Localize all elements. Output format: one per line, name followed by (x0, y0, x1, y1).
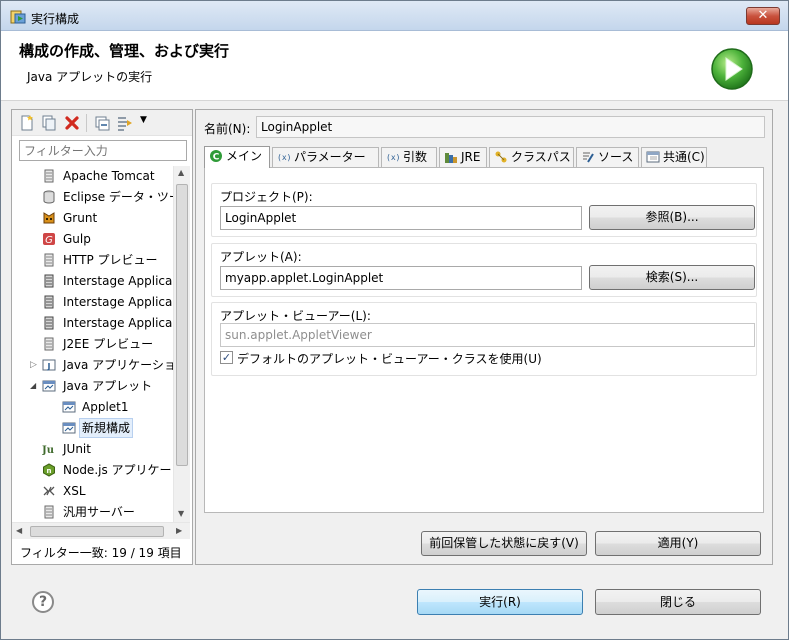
tab-parameters[interactable]: (x)=パラメーター (272, 147, 379, 168)
applet-icon (42, 380, 56, 392)
applet-viewer-label: アプレット・ビューアー(L): (220, 309, 371, 323)
config-tabs: Cメイン (x)=パラメーター (x)=引数 JRE クラスパス ソース 共通(… (204, 146, 764, 168)
svg-text:(x)=: (x)= (277, 153, 291, 162)
tab-jre[interactable]: JRE (439, 147, 487, 168)
eclipse-app-icon (10, 10, 26, 24)
name-label: 名前(N): (204, 122, 251, 136)
scroll-thumb[interactable] (176, 184, 188, 466)
chevron-down-icon[interactable]: ▼ (140, 115, 147, 125)
tree-horizontal-scrollbar[interactable]: ◀ ▶ (12, 522, 190, 539)
applet-group: アプレット(A): 検索(S)... (211, 243, 757, 297)
svg-text:G: G (45, 235, 53, 246)
tab-arguments[interactable]: (x)=引数 (381, 147, 437, 168)
junit-icon: Ju (42, 445, 54, 456)
toolbar-separator (86, 114, 87, 132)
project-label: プロジェクト(P): (220, 190, 313, 204)
applet-config-icon (62, 422, 76, 434)
tree-vertical-scrollbar[interactable]: ▲ ▼ (173, 166, 190, 526)
gulp-icon: G (43, 233, 55, 246)
java-app-icon: J (42, 359, 56, 371)
new-config-icon[interactable] (18, 114, 36, 132)
expand-icon[interactable]: ▷ (30, 355, 37, 375)
filter-icon[interactable] (116, 114, 134, 132)
tab-main[interactable]: C メイン (204, 146, 270, 168)
tree-toolbar: ▼ (12, 110, 192, 136)
delete-icon[interactable] (63, 114, 81, 132)
revert-button[interactable]: 前回保管した状態に戻す(V) (421, 531, 587, 556)
duplicate-icon[interactable] (40, 114, 58, 132)
scroll-right-icon[interactable]: ▶ (176, 526, 182, 535)
applet-label: アプレット(A): (220, 250, 302, 264)
search-applet-button[interactable]: 検索(S)... (589, 265, 755, 290)
collapse-all-icon[interactable] (93, 114, 111, 132)
close-button[interactable]: 閉じる (595, 589, 761, 615)
header-title: 構成の作成、管理、および実行 (19, 42, 230, 60)
server-icon (44, 253, 54, 267)
server-icon (44, 505, 54, 519)
svg-text:C: C (213, 153, 220, 163)
tab-source[interactable]: ソース (576, 147, 639, 168)
applet-class-field[interactable] (220, 266, 582, 290)
arguments-tab-icon: (x)= (386, 153, 400, 162)
main-tab-icon: C (210, 150, 222, 163)
server-icon (44, 169, 54, 183)
collapse-icon[interactable]: ◢ (30, 376, 36, 396)
scroll-down-icon[interactable]: ▼ (178, 509, 184, 518)
tab-classpath[interactable]: クラスパス (489, 147, 574, 168)
jre-tab-icon (445, 153, 457, 163)
grunt-icon (43, 212, 55, 224)
project-field[interactable] (220, 206, 582, 230)
svg-text:Ju: Ju (42, 445, 54, 456)
help-icon[interactable]: ? (32, 591, 54, 613)
classpath-tab-icon (495, 151, 507, 163)
server-icon (44, 274, 54, 288)
dialog-header: 構成の作成、管理、および実行 Java アプレットの実行 (1, 31, 788, 101)
svg-text:J: J (47, 362, 51, 371)
parameters-tab-icon: (x)= (277, 153, 291, 162)
configuration-editor-pane: 名前(N): Cメイン (x)=パラメーター (x)=引数 JRE クラスパス … (195, 109, 773, 565)
database-icon (43, 190, 55, 204)
project-group: プロジェクト(P): 参照(B)... (211, 183, 757, 237)
run-banner-icon (711, 48, 753, 90)
header-subtitle: Java アプレットの実行 (27, 70, 153, 84)
default-viewer-checkbox-label[interactable]: デフォルトのアプレット・ビューアー・クラスを使用(U) (237, 350, 542, 367)
window-title: 実行構成 (31, 12, 80, 26)
main-tab-panel: プロジェクト(P): 参照(B)... アプレット(A): 検索(S)... ア… (204, 167, 764, 513)
tab-common[interactable]: 共通(C) (641, 147, 707, 168)
name-field[interactable] (256, 116, 765, 138)
run-configurations-dialog: 実行構成 ✕ 構成の作成、管理、および実行 Java アプレットの実行 ▼ フィ… (0, 0, 789, 640)
server-icon (44, 316, 54, 330)
server-icon (44, 295, 54, 309)
filter-input[interactable] (19, 140, 187, 161)
svg-text:(x)=: (x)= (386, 153, 400, 162)
scroll-thumb[interactable] (30, 526, 164, 537)
scroll-left-icon[interactable]: ◀ (16, 526, 22, 535)
xsl-icon (43, 486, 55, 496)
common-tab-icon (646, 151, 660, 163)
configuration-tree-pane: ▼ Apache Tomcat Eclipse データ・ツー Grunt G G… (11, 109, 193, 565)
source-tab-icon (583, 152, 594, 163)
apply-button[interactable]: 適用(Y) (595, 531, 761, 556)
nodejs-icon: n (43, 463, 55, 477)
run-button[interactable]: 実行(R) (417, 589, 583, 615)
server-icon (44, 337, 54, 351)
close-window-button[interactable]: ✕ (746, 7, 780, 25)
default-viewer-checkbox[interactable]: ✓ (220, 351, 233, 364)
applet-viewer-field (220, 323, 755, 347)
browse-project-button[interactable]: 参照(B)... (589, 205, 755, 230)
svg-text:n: n (47, 467, 52, 475)
scroll-up-icon[interactable]: ▲ (178, 168, 184, 177)
title-bar[interactable]: 実行構成 ✕ (1, 1, 788, 31)
filter-status: フィルター一致: 19 / 19 項目 (20, 546, 182, 560)
applet-viewer-group: アプレット・ビューアー(L): ✓ デフォルトのアプレット・ビューアー・クラスを… (211, 302, 757, 376)
applet-config-icon (62, 401, 76, 413)
